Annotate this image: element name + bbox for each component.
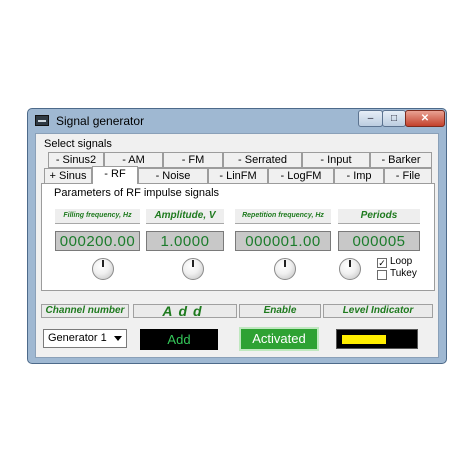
loop-checkbox[interactable]: ✓: [377, 258, 387, 268]
amplitude-header: Amplitude, V: [146, 209, 224, 224]
parameters-label: Parameters of RF impulse signals: [54, 187, 220, 199]
tab-linfm[interactable]: - LinFM: [208, 168, 268, 184]
client-area: Select signals - Sinus2 - AM - FM - Serr…: [35, 133, 439, 358]
window-title: Signal generator: [56, 114, 145, 128]
title-bar[interactable]: Signal generator – □ ✕: [28, 109, 446, 133]
close-button[interactable]: ✕: [405, 110, 445, 127]
level-indicator: [336, 329, 418, 349]
tab-imp[interactable]: - Imp: [334, 168, 384, 184]
tab-input[interactable]: - Input: [302, 152, 370, 168]
enable-button[interactable]: Activated: [239, 327, 319, 351]
tab-file[interactable]: - File: [384, 168, 432, 184]
amplitude-display[interactable]: 1.0000: [146, 231, 224, 251]
app-icon: [35, 115, 49, 126]
tab-sinus[interactable]: + Sinus: [44, 168, 92, 184]
amplitude-knob[interactable]: [182, 258, 204, 280]
tab-serrated[interactable]: - Serrated: [223, 152, 302, 168]
tab-barker[interactable]: - Barker: [370, 152, 432, 168]
minimize-button[interactable]: –: [358, 110, 383, 127]
chevron-down-icon[interactable]: [114, 336, 122, 341]
repetition-frequency-display[interactable]: 000001.00: [235, 231, 331, 251]
select-signals-label: Select signals: [44, 138, 112, 150]
level-indicator-fill: [342, 335, 386, 344]
periods-display[interactable]: 000005: [338, 231, 420, 251]
repetition-frequency-knob[interactable]: [274, 258, 296, 280]
channel-select[interactable]: Generator 1: [43, 329, 127, 348]
tab-logfm[interactable]: - LogFM: [268, 168, 334, 184]
tab-noise[interactable]: - Noise: [138, 168, 208, 184]
filling-frequency-header: Filling frequency, Hz: [55, 209, 140, 224]
filling-frequency-knob[interactable]: [92, 258, 114, 280]
filling-frequency-display[interactable]: 000200.00: [55, 231, 140, 251]
periods-knob[interactable]: [339, 258, 361, 280]
channel-number-header: Channel number: [41, 304, 129, 318]
tukey-checkbox[interactable]: [377, 270, 387, 280]
periods-header: Periods: [338, 209, 420, 224]
add-button[interactable]: Add: [140, 329, 218, 350]
loop-label: Loop: [390, 256, 413, 267]
add-header: Add: [133, 304, 237, 318]
channel-select-value: Generator 1: [48, 332, 107, 344]
enable-header: Enable: [239, 304, 321, 318]
tab-rf[interactable]: - RF: [92, 166, 138, 184]
signal-generator-window: Signal generator – □ ✕ Select signals - …: [27, 108, 447, 364]
tab-fm[interactable]: - FM: [163, 152, 223, 168]
level-indicator-header: Level Indicator: [323, 304, 433, 318]
tukey-label: Tukey: [390, 268, 417, 279]
maximize-button[interactable]: □: [382, 110, 406, 127]
repetition-frequency-header: Repetition frequency, Hz: [235, 209, 331, 224]
rf-parameters-panel: Parameters of RF impulse signals Filling…: [41, 183, 435, 291]
